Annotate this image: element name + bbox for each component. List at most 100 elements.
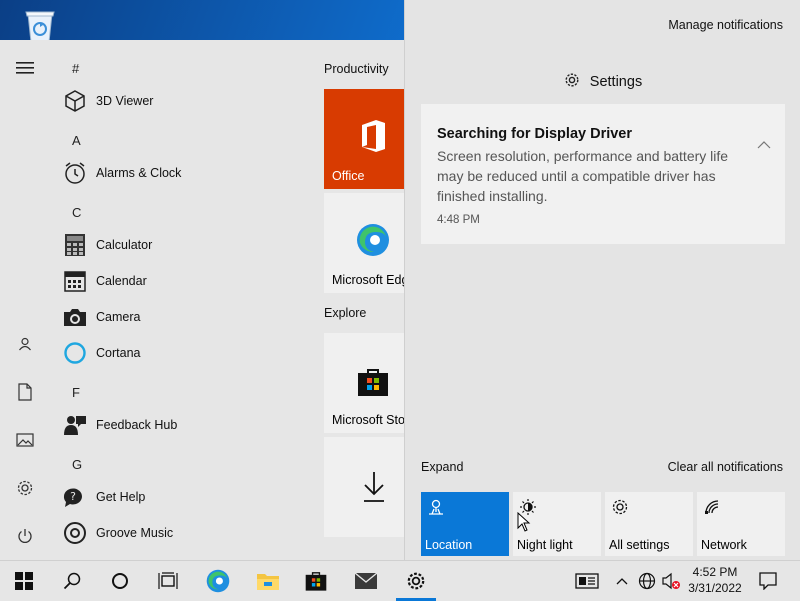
app-item-feedback-hub[interactable]: Feedback Hub bbox=[62, 407, 292, 443]
quick-action-label: Location bbox=[425, 538, 473, 552]
store-icon bbox=[358, 369, 388, 396]
app-label: Camera bbox=[96, 310, 141, 324]
task-view-icon bbox=[158, 572, 178, 589]
windows-logo-icon bbox=[15, 572, 33, 590]
taskbar-file-explorer[interactable] bbox=[244, 561, 292, 601]
app-item-camera[interactable]: Camera bbox=[62, 299, 292, 335]
group-letter-c[interactable]: C bbox=[72, 205, 81, 220]
get-help-icon: ? bbox=[62, 484, 88, 510]
app-item-groove-music[interactable]: Groove Music bbox=[62, 515, 292, 551]
quick-action-network[interactable]: Network bbox=[697, 492, 785, 556]
news-and-interests-button[interactable] bbox=[570, 561, 604, 601]
network-icon bbox=[703, 498, 721, 521]
task-view-button[interactable] bbox=[144, 561, 192, 601]
svg-text:?: ? bbox=[70, 490, 76, 503]
cortana-circle-icon bbox=[112, 573, 128, 589]
pictures-icon[interactable] bbox=[0, 420, 50, 460]
chevron-up-icon[interactable] bbox=[757, 136, 771, 154]
tiles-area: Productivity Office Microsoft Edge Explo… bbox=[300, 40, 404, 560]
taskbar-store[interactable] bbox=[292, 561, 340, 601]
calendar-icon bbox=[62, 268, 88, 294]
notification-body: Screen resolution, performance and batte… bbox=[437, 148, 729, 204]
notification-time: 4:48 PM bbox=[437, 214, 480, 226]
settings-gear-icon bbox=[407, 572, 425, 590]
start-rail bbox=[0, 40, 50, 560]
group-letter-g[interactable]: G bbox=[72, 457, 82, 472]
action-center-button[interactable] bbox=[752, 561, 784, 601]
download-arrow-icon bbox=[364, 472, 384, 502]
group-letter-a[interactable]: A bbox=[72, 133, 81, 148]
manage-notifications-link[interactable]: Manage notifications bbox=[668, 18, 783, 32]
show-hidden-icons-button[interactable] bbox=[612, 561, 632, 601]
download-tile[interactable] bbox=[324, 437, 404, 537]
office-tile[interactable]: Office bbox=[324, 89, 404, 189]
app-label: Alarms & Clock bbox=[96, 166, 182, 180]
taskbar-mail[interactable] bbox=[342, 561, 390, 601]
3d-viewer-icon bbox=[62, 88, 88, 114]
app-item-3d-viewer[interactable]: 3D Viewer bbox=[62, 83, 292, 119]
volume-muted-icon bbox=[662, 572, 680, 590]
documents-icon[interactable] bbox=[0, 372, 50, 412]
alarm-clock-icon bbox=[62, 160, 88, 186]
app-label: Calendar bbox=[96, 274, 147, 288]
notification-group-title: Settings bbox=[589, 74, 643, 90]
app-item-cortana[interactable]: Cortana bbox=[62, 335, 292, 371]
app-list: # 3D Viewer A Alarms & Clock C Calculato… bbox=[50, 40, 300, 560]
app-label: Groove Music bbox=[96, 526, 174, 540]
settings-gear-icon[interactable] bbox=[0, 468, 50, 508]
app-label: Calculator bbox=[96, 238, 153, 252]
expand-link[interactable]: Expand bbox=[421, 460, 463, 474]
volume-tray-button[interactable] bbox=[660, 561, 682, 601]
groove-music-icon bbox=[62, 520, 88, 546]
app-label: 3D Viewer bbox=[96, 94, 154, 108]
tile-group-header-explore[interactable]: Explore bbox=[324, 306, 366, 320]
taskbar-clock[interactable]: 4:52 PM 3/31/2022 bbox=[684, 564, 746, 596]
app-item-calendar[interactable]: Calendar bbox=[62, 263, 292, 299]
clock-time: 4:52 PM bbox=[692, 565, 738, 579]
edge-icon bbox=[357, 224, 389, 256]
store-icon bbox=[305, 572, 327, 591]
notification-icon bbox=[759, 572, 777, 590]
quick-action-location[interactable]: Location bbox=[421, 492, 509, 556]
clock-date: 3/31/2022 bbox=[688, 581, 742, 595]
edge-tile[interactable]: Microsoft Edge bbox=[324, 193, 404, 293]
cortana-button[interactable] bbox=[96, 561, 144, 601]
store-tile-label: Microsoft Store bbox=[332, 413, 404, 427]
app-item-calculator[interactable]: Calculator bbox=[62, 227, 292, 263]
start-button[interactable] bbox=[0, 561, 48, 601]
folder-icon bbox=[257, 574, 279, 590]
calculator-icon bbox=[62, 232, 88, 258]
notification-card[interactable]: Searching for Display Driver Screen reso… bbox=[421, 104, 785, 244]
hamburger-menu-icon[interactable] bbox=[0, 48, 50, 88]
globe-icon bbox=[638, 572, 656, 590]
app-label: Feedback Hub bbox=[96, 418, 178, 432]
settings-gear-icon bbox=[564, 72, 580, 92]
app-item-alarms-clock[interactable]: Alarms & Clock bbox=[62, 155, 292, 191]
search-icon bbox=[63, 572, 81, 590]
action-center: Manage notifications Settings Searching … bbox=[404, 0, 800, 560]
store-tile[interactable]: Microsoft Store bbox=[324, 333, 404, 433]
network-tray-button[interactable] bbox=[636, 561, 658, 601]
search-button[interactable] bbox=[48, 561, 96, 601]
camera-icon bbox=[62, 304, 88, 330]
cortana-icon bbox=[62, 340, 88, 366]
power-icon[interactable] bbox=[0, 516, 50, 556]
tile-group-header-productivity[interactable]: Productivity bbox=[324, 62, 389, 76]
quick-action-label: Night light bbox=[517, 538, 573, 552]
edge-icon bbox=[206, 569, 230, 593]
taskbar-edge[interactable] bbox=[194, 561, 242, 601]
taskbar: 4:52 PM 3/31/2022 bbox=[0, 560, 800, 601]
quick-action-all-settings[interactable]: All settings bbox=[605, 492, 693, 556]
quick-action-label: Network bbox=[701, 538, 747, 552]
group-letter-f[interactable]: F bbox=[72, 385, 80, 400]
app-label: Cortana bbox=[96, 346, 141, 360]
group-letter-hash[interactable]: # bbox=[72, 61, 79, 76]
app-item-get-help[interactable]: ? Get Help bbox=[62, 479, 292, 515]
edge-tile-label: Microsoft Edge bbox=[332, 273, 404, 287]
clear-all-notifications-link[interactable]: Clear all notifications bbox=[668, 460, 783, 474]
user-icon[interactable] bbox=[0, 324, 50, 364]
notification-group-settings[interactable]: Settings bbox=[405, 72, 800, 92]
recycle-bin-icon[interactable] bbox=[20, 8, 60, 44]
feedback-hub-icon bbox=[62, 412, 88, 438]
taskbar-settings[interactable] bbox=[392, 561, 440, 601]
